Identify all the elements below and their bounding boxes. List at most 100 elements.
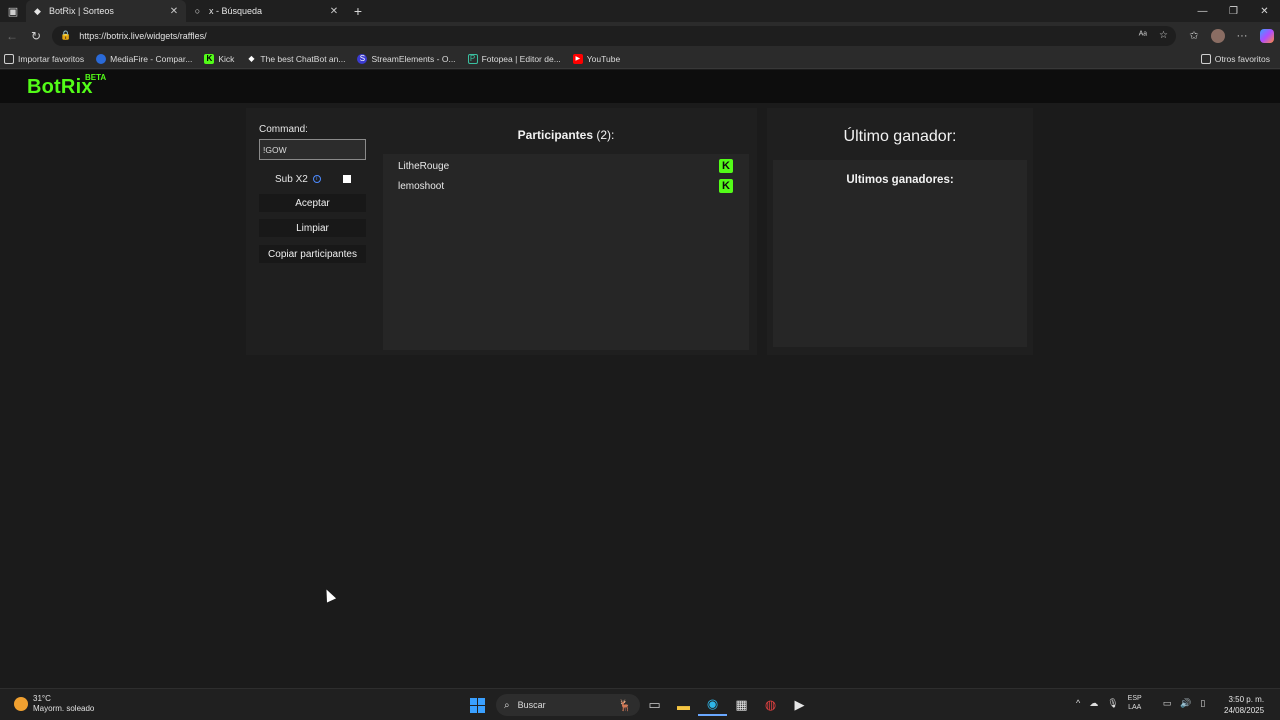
task-view-icon[interactable]: ▭ bbox=[640, 694, 669, 716]
sun-icon bbox=[14, 697, 28, 711]
restore-icon[interactable]: ❐ bbox=[1218, 0, 1249, 22]
close-icon[interactable]: ✕ bbox=[168, 6, 180, 17]
media-player-icon[interactable]: ▶ bbox=[785, 694, 814, 716]
store-icon[interactable]: ▦ bbox=[727, 694, 756, 716]
bookmark-import[interactable]: Importar favoritos bbox=[4, 53, 84, 64]
back-icon[interactable]: ← bbox=[0, 24, 24, 48]
bookmark-label: MediaFire - Compar... bbox=[110, 53, 193, 64]
onedrive-icon[interactable]: ☁ bbox=[1089, 698, 1098, 709]
search-label: Buscar bbox=[517, 700, 546, 710]
battery-icon[interactable]: ▯ bbox=[1200, 698, 1205, 709]
sub-x2-checkbox[interactable] bbox=[342, 175, 351, 183]
weather-widget[interactable]: 31°C Mayorm. soleado bbox=[14, 694, 94, 714]
last-winner-title: Último ganador: bbox=[843, 128, 957, 145]
folder-icon bbox=[4, 53, 14, 64]
close-icon[interactable]: ✕ bbox=[328, 6, 340, 17]
bookmark-label: The best ChatBot an... bbox=[260, 53, 346, 64]
system-tray: ^ ☁ 🎙 ESP LAA ▭ 🔊 ▯ bbox=[1076, 694, 1214, 712]
search-icon: ⌕ bbox=[504, 699, 510, 711]
weather-desc: Mayorm. soleado bbox=[33, 704, 95, 713]
beta-badge: BETA bbox=[85, 73, 107, 82]
edge-browser-icon[interactable]: ◉ bbox=[698, 694, 727, 716]
botrix-logo[interactable]: BotRix bbox=[27, 76, 93, 99]
new-tab-icon[interactable]: + bbox=[346, 0, 370, 22]
accept-button[interactable]: Aceptar bbox=[259, 194, 366, 212]
kick-icon: K bbox=[719, 159, 733, 173]
read-aloud-icon[interactable]: ᴬᵃ bbox=[1139, 30, 1147, 41]
winners-panel: Último ganador: Ultimos ganadores: bbox=[767, 108, 1033, 355]
tab-label: x - Búsqueda bbox=[209, 6, 263, 16]
recent-winners-title: Ultimos ganadores: bbox=[846, 174, 954, 186]
bookmark-mediafire[interactable]: MediaFire - Compar... bbox=[96, 53, 193, 64]
bookmark-other-folder[interactable]: Otros favoritos bbox=[1200, 53, 1270, 64]
profile-avatar[interactable] bbox=[1211, 28, 1225, 43]
participants-list: LitheRouge K lemoshoot K bbox=[383, 154, 749, 350]
bookmark-photopea[interactable]: P Fotopea | Editor de... bbox=[467, 53, 561, 64]
close-window-icon[interactable]: ✕ bbox=[1249, 0, 1280, 22]
tab-label: BotRix | Sorteos bbox=[49, 6, 114, 16]
page-content: BotRix BETA Command: Sub X2 i Aceptar Li… bbox=[0, 70, 1280, 687]
toolbar-right: ✩ ··· bbox=[1182, 28, 1274, 43]
clock[interactable]: 3:50 p. m. 24/08/2025 bbox=[1224, 694, 1264, 716]
bookmark-label: Fotopea | Editor de... bbox=[481, 53, 561, 64]
youtube-icon: ▶ bbox=[572, 53, 583, 64]
photopea-icon: P bbox=[467, 53, 478, 64]
address-bar[interactable]: 🔒 https://botrix.live/widgets/raffles/ ᴬ… bbox=[52, 25, 1176, 46]
browser-toolbar: ← ↻ 🔒 https://botrix.live/widgets/raffle… bbox=[0, 22, 1280, 49]
copilot-icon[interactable] bbox=[1260, 28, 1274, 43]
bookmark-label: Otros favoritos bbox=[1214, 53, 1270, 64]
participant-name: LitheRouge bbox=[398, 160, 450, 172]
participant-name: lemoshoot bbox=[398, 180, 445, 192]
info-icon[interactable]: i bbox=[312, 175, 321, 183]
favorite-star-icon[interactable]: ☆ bbox=[1159, 30, 1168, 41]
tab-botrix-sorteos[interactable]: ◆ BotRix | Sorteos ✕ bbox=[26, 0, 186, 22]
participants-title: Participantes (2): bbox=[383, 128, 749, 142]
lang-line2: LAA bbox=[1128, 704, 1142, 711]
clock-time: 3:50 p. m. bbox=[1228, 695, 1265, 704]
more-menu-icon[interactable]: ··· bbox=[1230, 30, 1254, 42]
bookmark-label: YouTube bbox=[586, 53, 621, 64]
bookmark-botrix[interactable]: ◆ The best ChatBot an... bbox=[246, 54, 345, 64]
minimize-icon[interactable]: — bbox=[1187, 0, 1218, 22]
mouse-cursor-icon bbox=[321, 587, 337, 603]
network-icon[interactable]: ▭ bbox=[1163, 698, 1172, 709]
command-input[interactable] bbox=[259, 139, 366, 160]
command-label: Command: bbox=[259, 124, 308, 135]
bookmark-kick[interactable]: K Kick bbox=[204, 53, 234, 64]
microphone-icon[interactable]: 🎙 bbox=[1107, 698, 1118, 709]
volume-icon[interactable]: 🔊 bbox=[1180, 698, 1191, 709]
bookmark-youtube[interactable]: ▶ YouTube bbox=[572, 53, 621, 64]
app-header: BotRix BETA bbox=[0, 70, 1280, 103]
taskbar: 31°C Mayorm. soleado ⌕ Buscar 🦌 ▭ ▬ ◉ ▦ … bbox=[0, 688, 1280, 720]
list-item[interactable]: LitheRouge K bbox=[398, 158, 733, 174]
raffle-panel: Command: Sub X2 i Aceptar Limpiar Copiar… bbox=[246, 108, 757, 355]
lock-icon[interactable]: 🔒 bbox=[60, 30, 71, 41]
app-icon[interactable]: ◍ bbox=[756, 694, 785, 716]
taskbar-apps: ⌕ Buscar 🦌 ▭ ▬ ◉ ▦ ◍ ▶ bbox=[466, 694, 814, 716]
folder-icon bbox=[1200, 53, 1211, 64]
bookmark-streamelements[interactable]: S StreamElements - O... bbox=[357, 53, 456, 64]
winners-list: Ultimos ganadores: bbox=[773, 160, 1027, 347]
chevron-up-icon[interactable]: ^ bbox=[1076, 698, 1080, 708]
participants-count: (2): bbox=[596, 128, 615, 142]
refresh-icon[interactable]: ↻ bbox=[24, 24, 48, 48]
url-text: https://botrix.live/widgets/raffles/ bbox=[79, 30, 207, 41]
tab-actions-icon[interactable]: ▣ bbox=[0, 0, 26, 22]
clear-button[interactable]: Limpiar bbox=[259, 219, 366, 237]
list-item[interactable]: lemoshoot K bbox=[398, 178, 733, 194]
copy-participants-button[interactable]: Copiar participantes bbox=[259, 245, 366, 263]
clock-date: 24/08/2025 bbox=[1224, 706, 1265, 715]
tab-busqueda[interactable]: ○ x - Búsqueda ✕ bbox=[186, 0, 346, 22]
language-indicator[interactable]: ESP LAA bbox=[1128, 694, 1151, 712]
taskbar-search[interactable]: ⌕ Buscar 🦌 bbox=[496, 694, 640, 716]
favorites-icon[interactable]: ✩ bbox=[1182, 29, 1206, 42]
participants-title-text: Participantes bbox=[517, 128, 594, 142]
tab-strip: ▣ ◆ BotRix | Sorteos ✕ ○ x - Búsqueda ✕ … bbox=[0, 0, 1280, 22]
botrix-favicon-icon: ◆ bbox=[34, 5, 41, 16]
bookmarks-bar: Importar favoritos MediaFire - Compar...… bbox=[0, 49, 1280, 69]
bookmark-label: StreamElements - O... bbox=[371, 53, 456, 64]
botrix-icon: ◆ bbox=[248, 54, 255, 63]
windows-start-icon[interactable] bbox=[466, 694, 488, 716]
lang-line1: ESP bbox=[1127, 695, 1142, 702]
file-explorer-icon[interactable]: ▬ bbox=[669, 694, 698, 716]
